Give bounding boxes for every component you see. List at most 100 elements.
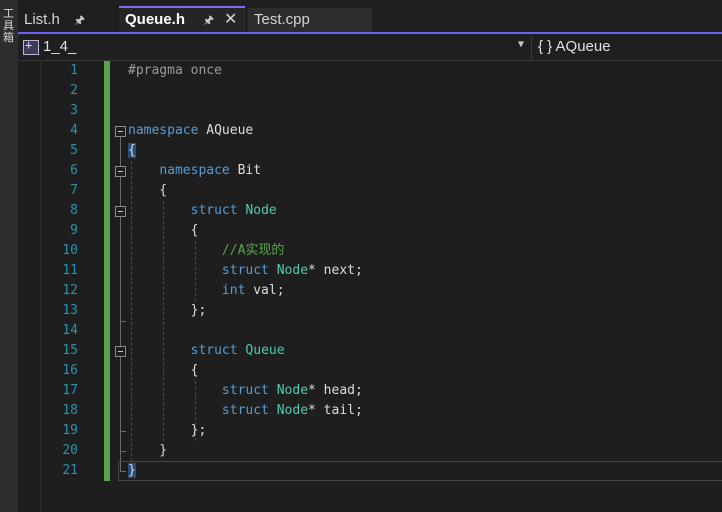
scope-dropdown[interactable]: { } AQueue: [531, 36, 722, 60]
code-line[interactable]: 17 struct Node* head;: [18, 381, 722, 401]
line-number: 17: [62, 383, 78, 398]
code-line[interactable]: 8 struct Node: [18, 201, 722, 221]
code-text: {: [128, 221, 199, 241]
line-number: 14: [62, 323, 78, 338]
code-line[interactable]: 20 }: [18, 441, 722, 461]
code-text: struct Node: [128, 201, 277, 221]
line-number: 1: [70, 63, 78, 78]
code-line[interactable]: 13 };: [18, 301, 722, 321]
code-line[interactable]: 9 {: [18, 221, 722, 241]
code-token: Node: [276, 383, 309, 398]
code-line[interactable]: 10 //A实现的: [18, 241, 722, 261]
code-token: struct: [190, 343, 238, 358]
active-tab-underline: [18, 32, 722, 34]
code-text: }: [128, 441, 167, 461]
code-token: //A实现的: [221, 243, 285, 258]
code-token: Node: [245, 203, 277, 218]
code-token: * head;: [308, 383, 363, 398]
tab-queue-h[interactable]: Queue.h 🖈 ✕: [119, 6, 245, 34]
code-token: };: [128, 423, 207, 438]
code-text: #pragma once: [128, 61, 222, 81]
code-text: {: [128, 181, 167, 201]
code-text: namespace AQueue: [128, 121, 253, 141]
code-token: Bit: [229, 163, 262, 178]
code-line[interactable]: 7 {: [18, 181, 722, 201]
tab-label: Test.cpp: [254, 11, 310, 28]
pin-icon[interactable]: 🖈: [203, 8, 214, 32]
code-text: namespace Bit: [128, 161, 261, 181]
code-line[interactable]: 14: [18, 321, 722, 341]
close-icon[interactable]: ✕: [224, 8, 237, 32]
line-number: 3: [70, 103, 78, 118]
project-name: 1_4_: [43, 38, 77, 55]
code-text: {: [128, 141, 136, 161]
code-token: * next;: [308, 263, 363, 278]
code-text: }: [128, 461, 136, 481]
code-text: struct Node* head;: [128, 381, 363, 401]
code-line[interactable]: 3: [18, 101, 722, 121]
line-number: 20: [62, 443, 78, 458]
code-token: {: [128, 223, 199, 238]
line-number: 15: [62, 343, 78, 358]
toolbox-side-panel[interactable]: 工具箱: [0, 0, 19, 512]
line-number: 5: [70, 143, 78, 158]
code-text: struct Queue: [128, 341, 285, 361]
code-line[interactable]: 16 {: [18, 361, 722, 381]
code-text: {: [128, 361, 199, 381]
code-line[interactable]: 11 struct Node* next;: [18, 261, 722, 281]
code-line[interactable]: 5{: [18, 141, 722, 161]
pin-icon[interactable]: 🖈: [74, 8, 85, 32]
line-number: 18: [62, 403, 78, 418]
toolbox-label[interactable]: 工具箱: [3, 8, 15, 44]
code-token: {: [128, 363, 199, 378]
code-text: };: [128, 421, 207, 441]
line-number: 13: [62, 303, 78, 318]
navigation-bar: 1_4_ ▼ { } AQueue: [18, 36, 722, 61]
code-token: struct: [221, 383, 269, 398]
line-number: 6: [70, 163, 78, 178]
code-line[interactable]: 21}: [18, 461, 722, 481]
code-token: namespace: [128, 123, 199, 138]
code-token: namespace: [159, 163, 230, 178]
line-number: 9: [70, 223, 78, 238]
tab-list-h[interactable]: List.h 🖈: [18, 8, 116, 32]
code-line[interactable]: 19 };: [18, 421, 722, 441]
code-token: * tail;: [308, 403, 363, 418]
code-line[interactable]: 18 struct Node* tail;: [18, 401, 722, 421]
code-text: struct Node* next;: [128, 261, 363, 281]
tab-test-cpp[interactable]: Test.cpp: [248, 8, 372, 32]
code-token: #pragma once: [128, 63, 222, 78]
code-line[interactable]: 4 namespace AQueue: [18, 121, 722, 141]
code-token: Queue: [245, 343, 285, 358]
scope-name: { } AQueue: [538, 38, 611, 55]
line-number: 4: [70, 123, 78, 138]
code-line[interactable]: 12 int val;: [18, 281, 722, 301]
code-token: };: [128, 303, 207, 318]
line-number: 7: [70, 183, 78, 198]
code-line[interactable]: 1 #pragma once: [18, 61, 722, 81]
code-token: {: [128, 143, 136, 158]
code-line[interactable]: 6 namespace Bit: [18, 161, 722, 181]
line-number: 12: [62, 283, 78, 298]
code-text: //A实现的: [128, 241, 284, 261]
chevron-down-icon[interactable]: ▼: [518, 39, 524, 50]
code-token: {: [128, 183, 168, 198]
line-number: 16: [62, 363, 78, 378]
code-editor[interactable]: 1 #pragma once 2 3 4 namespace AQueue 5{6 name…: [18, 61, 722, 512]
code-line[interactable]: 15 struct Queue: [18, 341, 722, 361]
code-token: struct: [221, 403, 269, 418]
code-token: val;: [245, 283, 285, 298]
code-line[interactable]: 2: [18, 81, 722, 101]
tab-label: Queue.h: [125, 11, 186, 28]
code-token: Node: [276, 263, 309, 278]
project-dropdown[interactable]: 1_4_ ▼: [18, 36, 528, 60]
